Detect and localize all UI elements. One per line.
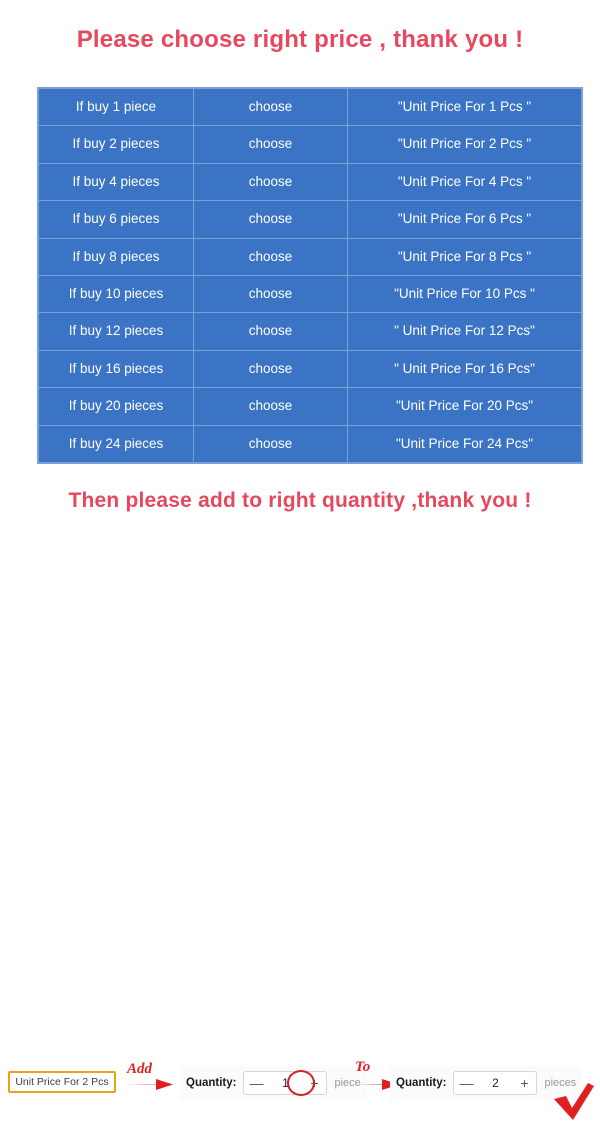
- price-row-quantity: If buy 1 piece: [38, 87, 194, 127]
- price-row-quantity: If buy 20 pieces: [38, 387, 194, 426]
- price-row-quantity: If buy 10 pieces: [38, 274, 194, 314]
- price-row-unit-price: " Unit Price For 12 Pcs": [347, 312, 582, 351]
- table-row: If buy 16 pieces choose " Unit Price For 1…: [38, 349, 582, 389]
- table-row: If buy 10 pieces choose "Unit Price For 10…: [38, 274, 582, 314]
- price-row-unit-price: "Unit Price For 10 Pcs ": [347, 274, 582, 314]
- table-row: If buy 20 pieces choose "Unit Price For 20…: [38, 387, 582, 426]
- selected-variant-chip[interactable]: Unit Price For 2 Pcs: [8, 1071, 116, 1093]
- page-subtitle-add-quantity: Then please add to right quantity ,thank…: [68, 489, 532, 512]
- quantity-increment-button-after[interactable]: +: [512, 1072, 536, 1094]
- price-row-choose-button[interactable]: choose: [193, 387, 348, 426]
- price-row-choose-button[interactable]: choose: [193, 237, 348, 276]
- price-row-choose-button[interactable]: choose: [193, 312, 348, 351]
- price-row-choose-button[interactable]: choose: [193, 162, 348, 202]
- quantity-input-before[interactable]: 1: [268, 1076, 302, 1090]
- quantity-decrement-button-after[interactable]: —: [454, 1072, 478, 1094]
- price-row-unit-price: "Unit Price For 6 Pcs ": [347, 200, 582, 239]
- table-row: If buy 1 piece choose "Unit Price For 1 Pc…: [38, 87, 582, 127]
- price-row-choose-button[interactable]: choose: [193, 349, 348, 389]
- price-row-unit-price: "Unit Price For 4 Pcs ": [347, 162, 582, 202]
- price-row-quantity: If buy 4 pieces: [38, 162, 194, 202]
- price-row-choose-button[interactable]: choose: [193, 424, 348, 463]
- table-row: If buy 4 pieces choose "Unit Price For 4 P…: [38, 162, 582, 202]
- price-row-quantity: If buy 6 pieces: [38, 200, 194, 239]
- quantity-increment-button-before[interactable]: +: [302, 1072, 326, 1094]
- price-row-quantity: If buy 2 pieces: [38, 125, 194, 164]
- table-row: If buy 6 pieces choose "Unit Price For 6 P…: [38, 200, 582, 239]
- price-row-quantity: If buy 16 pieces: [38, 349, 194, 389]
- table-row: If buy 8 pieces choose "Unit Price For 8 P…: [38, 237, 582, 276]
- annotation-to-label: To: [355, 1059, 371, 1075]
- price-row-unit-price: "Unit Price For 8 Pcs ": [347, 237, 582, 276]
- price-row-choose-button[interactable]: choose: [193, 200, 348, 239]
- quantity-stepper-after[interactable]: — 2 +: [453, 1071, 538, 1095]
- table-row: If buy 12 pieces choose " Unit Price For 1…: [38, 312, 582, 351]
- quantity-label-after: Quantity:: [396, 1077, 447, 1089]
- price-row-quantity: If buy 12 pieces: [38, 312, 194, 351]
- page-title-choose-price: Please choose right price , thank you !: [76, 26, 524, 53]
- price-row-unit-price: "Unit Price For 2 Pcs ": [347, 125, 582, 164]
- price-row-unit-price: "Unit Price For 1 Pcs ": [347, 87, 582, 127]
- price-row-unit-price: "Unit Price For 20 Pcs": [347, 387, 582, 426]
- price-row-choose-button[interactable]: choose: [193, 274, 348, 314]
- price-row-unit-price: " Unit Price For 16 Pcs": [347, 349, 582, 389]
- quantity-widget-before: Quantity: — 1 + piece: [180, 1066, 367, 1100]
- quantity-stepper-before[interactable]: — 1 +: [243, 1071, 328, 1095]
- quantity-decrement-button-before[interactable]: —: [244, 1072, 268, 1094]
- annotation-arrow-add-icon: [128, 1079, 173, 1090]
- annotation-checkmark-icon: [554, 1083, 594, 1120]
- table-row: If buy 24 pieces choose "Unit Price For 24…: [38, 424, 582, 463]
- price-row-unit-price: "Unit Price For 24 Pcs": [347, 424, 582, 463]
- price-row-choose-button[interactable]: choose: [193, 125, 348, 164]
- quantity-label-before: Quantity:: [186, 1077, 237, 1089]
- price-row-choose-button[interactable]: choose: [193, 87, 348, 127]
- quantity-input-after[interactable]: 2: [478, 1076, 512, 1090]
- price-row-quantity: If buy 8 pieces: [38, 237, 194, 276]
- quantity-instruction-strip: Unit Price For 2 Pcs Add Quantity: — 1 +…: [0, 528, 600, 1120]
- table-row: If buy 2 pieces choose "Unit Price For 2 P…: [38, 125, 582, 164]
- price-options-table: If buy 1 piece choose "Unit Price For 1 Pc…: [38, 87, 582, 463]
- price-row-quantity: If buy 24 pieces: [38, 424, 194, 463]
